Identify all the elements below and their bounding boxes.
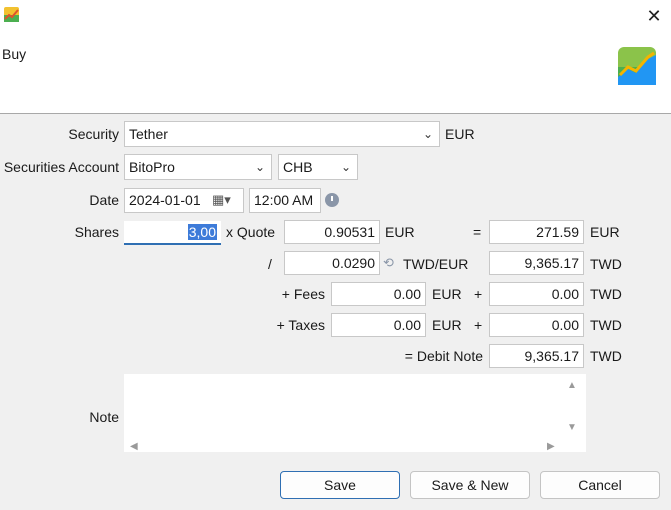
swap-icon[interactable]: ⟲ — [383, 255, 394, 271]
quote-input[interactable]: 0.90531 — [284, 220, 380, 244]
shares-value: 3,00 — [187, 224, 217, 240]
chevron-down-icon: ⌄ — [254, 160, 265, 174]
scroll-right-icon[interactable]: ▶ — [547, 441, 555, 452]
dialog-title: Buy — [2, 46, 27, 62]
cancel-button[interactable]: Cancel — [540, 471, 660, 499]
plus-sign: + — [474, 317, 483, 333]
converted-currency: TWD — [590, 256, 622, 272]
taxes-input[interactable]: 0.00 — [331, 313, 426, 337]
gross-currency: EUR — [590, 224, 620, 240]
taxes-converted-currency: TWD — [590, 317, 622, 333]
scroll-up-icon[interactable]: ▲ — [567, 380, 577, 391]
fees-currency: EUR — [432, 286, 462, 302]
clock-icon[interactable] — [325, 193, 339, 207]
fees-converted-input[interactable]: 0.00 — [489, 282, 584, 306]
equals-sign: = — [473, 224, 482, 240]
debit-note-input[interactable]: 9,365.17 — [489, 344, 584, 368]
date-label: Date — [89, 192, 119, 208]
taxes-currency: EUR — [432, 317, 462, 333]
note-textarea[interactable]: ▲ ▼ ◀ ▶ — [124, 374, 586, 452]
save-and-new-button[interactable]: Save & New — [410, 471, 530, 499]
plus-sign: + — [474, 286, 483, 302]
app-icon — [4, 7, 19, 22]
account-currency-select[interactable]: CHB ⌄ — [278, 154, 358, 180]
time-input[interactable]: 12:00 AM — [249, 188, 321, 213]
security-currency: EUR — [445, 126, 475, 142]
security-select[interactable]: Tether ⌄ — [124, 121, 440, 147]
date-value: 2024-01-01 — [129, 192, 201, 208]
shares-input[interactable]: 3,00 — [124, 221, 221, 245]
fees-input[interactable]: 0.00 — [331, 282, 426, 306]
security-value: Tether — [129, 126, 168, 142]
debit-note-label: = Debit Note — [404, 348, 483, 364]
dialog-header: Buy — [0, 32, 671, 114]
shares-label: Shares — [74, 224, 119, 240]
app-logo-icon — [618, 47, 656, 85]
calendar-icon[interactable]: ▦▾ — [212, 189, 231, 211]
taxes-label: + Taxes — [276, 317, 325, 333]
divide-sign: / — [268, 256, 272, 272]
fees-label: + Fees — [281, 286, 325, 302]
quote-label: x Quote — [226, 224, 276, 240]
gross-value-input[interactable]: 271.59 — [489, 220, 584, 244]
taxes-converted-input[interactable]: 0.00 — [489, 313, 584, 337]
account-select[interactable]: BitoPro ⌄ — [124, 154, 272, 180]
account-label: Securities Account — [3, 159, 119, 175]
scroll-down-icon[interactable]: ▼ — [567, 422, 577, 433]
close-icon[interactable]: ✕ — [640, 3, 668, 29]
chevron-down-icon: ⌄ — [340, 160, 351, 174]
exchange-rate-input[interactable]: 0.0290 — [284, 251, 380, 275]
save-button[interactable]: Save — [280, 471, 400, 499]
debit-note-currency: TWD — [590, 348, 622, 364]
account-value: BitoPro — [129, 159, 175, 175]
quote-currency: EUR — [385, 224, 415, 240]
scroll-left-icon[interactable]: ◀ — [130, 441, 138, 452]
date-picker[interactable]: 2024-01-01 ▦▾ — [124, 188, 244, 213]
exchange-pair: TWD/EUR — [403, 256, 469, 272]
note-label: Note — [89, 409, 119, 425]
chevron-down-icon: ⌄ — [422, 127, 433, 141]
converted-value-input[interactable]: 9,365.17 — [489, 251, 584, 275]
fees-converted-currency: TWD — [590, 286, 622, 302]
security-label: Security — [68, 126, 119, 142]
account-currency-value: CHB — [283, 159, 313, 175]
title-bar: ✕ — [0, 0, 671, 32]
